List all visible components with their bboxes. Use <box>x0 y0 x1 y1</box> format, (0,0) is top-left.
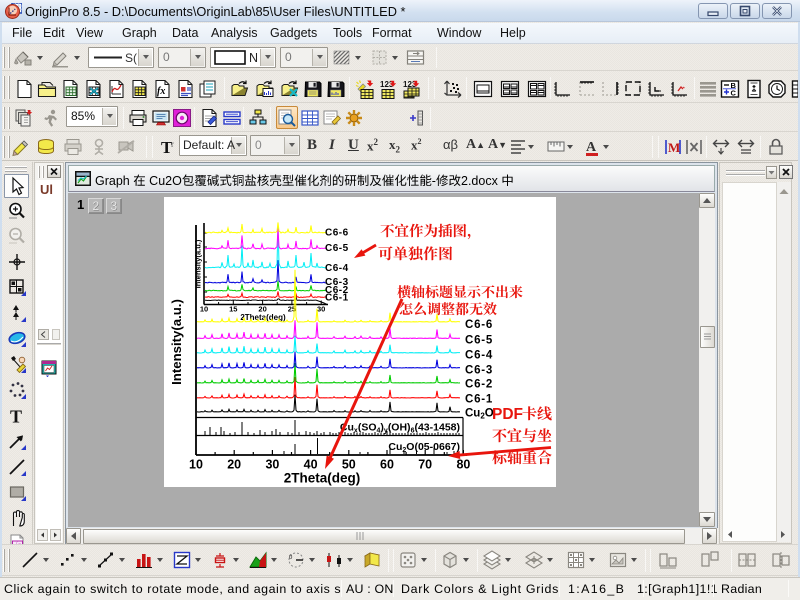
svg-text:-: - <box>432 174 436 188</box>
svg-text:10: 10 <box>200 305 208 314</box>
svg-text:0: 0 <box>289 555 293 561</box>
svg-text:PDF: PDF <box>492 406 523 423</box>
svg-text:A: A <box>586 140 597 155</box>
svg-text:Cux(SO4)y(OH)6(43-1458): Cux(SO4)y(OH)6(43-1458) <box>340 422 460 435</box>
svg-text:C6-4: C6-4 <box>325 263 349 274</box>
svg-text:Intensity(a.u.): Intensity(a.u.) <box>169 299 184 385</box>
svg-text:Cu2O(05-0667): Cu2O(05-0667) <box>388 441 460 454</box>
svg-text:20: 20 <box>227 458 241 472</box>
svg-text:30: 30 <box>265 458 279 472</box>
svg-text:Graph: Graph <box>95 174 133 188</box>
svg-text:40: 40 <box>304 458 318 472</box>
svg-text:10: 10 <box>189 458 203 472</box>
svg-text:80: 80 <box>456 458 470 472</box>
svg-text:C6-1: C6-1 <box>465 393 493 405</box>
svg-text:N: N <box>249 51 258 65</box>
svg-text:C6-5: C6-5 <box>465 334 493 346</box>
svg-text:fx: fx <box>157 86 165 97</box>
svg-text:30: 30 <box>317 305 325 314</box>
svg-text:2Theta(deg): 2Theta(deg) <box>284 471 361 486</box>
svg-text:C6-1: C6-1 <box>325 293 349 304</box>
svg-text:70: 70 <box>418 458 432 472</box>
svg-text:C6-6: C6-6 <box>465 319 493 331</box>
svg-text:r: r <box>171 139 174 149</box>
svg-text:2.docx: 2.docx <box>461 174 501 188</box>
svg-text:M: M <box>668 140 680 155</box>
svg-text:C6-6: C6-6 <box>325 228 349 239</box>
svg-text:C6-2: C6-2 <box>465 378 493 390</box>
svg-text:C6-3: C6-3 <box>465 364 493 376</box>
svg-text:Cu2O: Cu2O <box>146 174 182 188</box>
svg-text:C6-4: C6-4 <box>465 349 493 361</box>
svg-text:S(: S( <box>125 51 137 65</box>
svg-text:C6-5: C6-5 <box>325 243 349 254</box>
svg-text:60: 60 <box>380 458 394 472</box>
svg-text:Cu2O: Cu2O <box>465 407 494 420</box>
svg-text:50: 50 <box>342 458 356 472</box>
svg-text:15: 15 <box>229 305 237 314</box>
svg-text:25: 25 <box>288 305 296 314</box>
svg-text:Intensity(a.u.): Intensity(a.u.) <box>194 239 203 288</box>
svg-text:T: T <box>10 407 22 427</box>
svg-text:C: C <box>731 89 737 98</box>
